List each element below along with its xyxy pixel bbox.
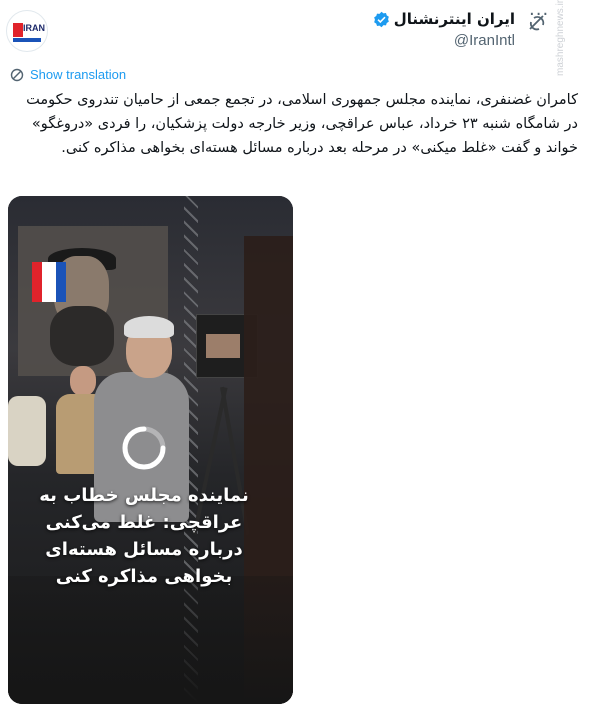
show-translation-row[interactable]: Show translation — [10, 67, 126, 82]
avatar-logo-blue — [13, 38, 41, 42]
portrait-beard — [50, 306, 114, 366]
avatar-logo-text: IRAN — [23, 23, 45, 33]
avatar[interactable]: IRAN — [6, 10, 48, 52]
loading-spinner-icon[interactable] — [120, 424, 168, 472]
speaker-hair — [124, 316, 174, 338]
author-handle[interactable]: @IranIntl — [454, 32, 515, 49]
author-name-row[interactable]: ایران اینترنشنال — [373, 10, 515, 28]
video-overlay-caption: نماینده مجلس خطاب به عراقچی: غلط می‌کنی … — [39, 485, 249, 587]
tweet-text: کامران غضنفری، نماینده مجلس جمهوری اسلام… — [26, 92, 578, 156]
avatar-logo-red — [13, 23, 23, 37]
channel-logo-red — [32, 262, 42, 302]
tweet-video[interactable]: نماینده مجلس خطاب به عراقچی: غلط می‌کنی … — [8, 196, 293, 704]
verified-badge-icon — [373, 11, 389, 27]
channel-logo-white — [42, 262, 56, 302]
tweet-header: ··· mashreghnews.ir ایران اینترنشنال @Ir… — [0, 0, 591, 76]
show-translation-link[interactable]: Show translation — [30, 67, 126, 82]
channel-logo-icon — [32, 262, 66, 302]
bystander-head — [70, 366, 96, 396]
channel-logo-blue — [56, 262, 66, 302]
video-shade — [8, 576, 293, 704]
watermark: mashreghnews.ir — [555, 0, 566, 76]
translate-icon — [10, 68, 24, 81]
camera-screen — [206, 334, 240, 358]
author-display-name[interactable]: ایران اینترنشنال — [394, 10, 515, 28]
bystander-left — [8, 396, 46, 466]
grok-icon[interactable] — [528, 14, 546, 32]
